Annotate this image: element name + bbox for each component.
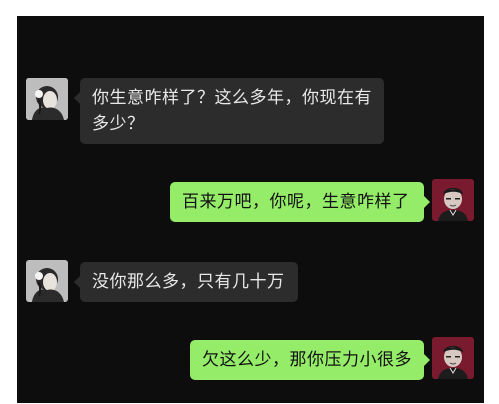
girl-avatar-icon [26,260,68,302]
message-bubble-outgoing[interactable]: 欠这么少，那你压力小很多 [190,340,430,380]
message-bubble-outgoing[interactable]: 百来万吧，你呢，生意咋样了 [170,182,430,222]
message-text: 你生意咋样了？这么多年，你现在有多少？ [92,88,372,134]
boy-avatar-icon [432,337,474,379]
message-bubble-incoming[interactable]: 没你那么多，只有几十万 [74,262,298,302]
message-bubble-incoming[interactable]: 你生意咋样了？这么多年，你现在有多少？ [74,78,384,144]
girl-avatar[interactable] [26,78,68,120]
boy-avatar[interactable] [432,337,474,379]
message-text: 没你那么多，只有几十万 [92,272,285,292]
girl-avatar[interactable] [26,260,68,302]
boy-avatar[interactable] [432,179,474,221]
message-text: 欠这么少，那你压力小很多 [202,350,412,370]
girl-avatar-icon [26,78,68,120]
boy-avatar-icon [432,179,474,221]
chat-screen: 你生意咋样了？这么多年，你现在有多少？ 百来万吧，你呢，生意咋样了 没你那么多，… [17,16,484,403]
message-text: 百来万吧，你呢，生意咋样了 [182,192,410,212]
